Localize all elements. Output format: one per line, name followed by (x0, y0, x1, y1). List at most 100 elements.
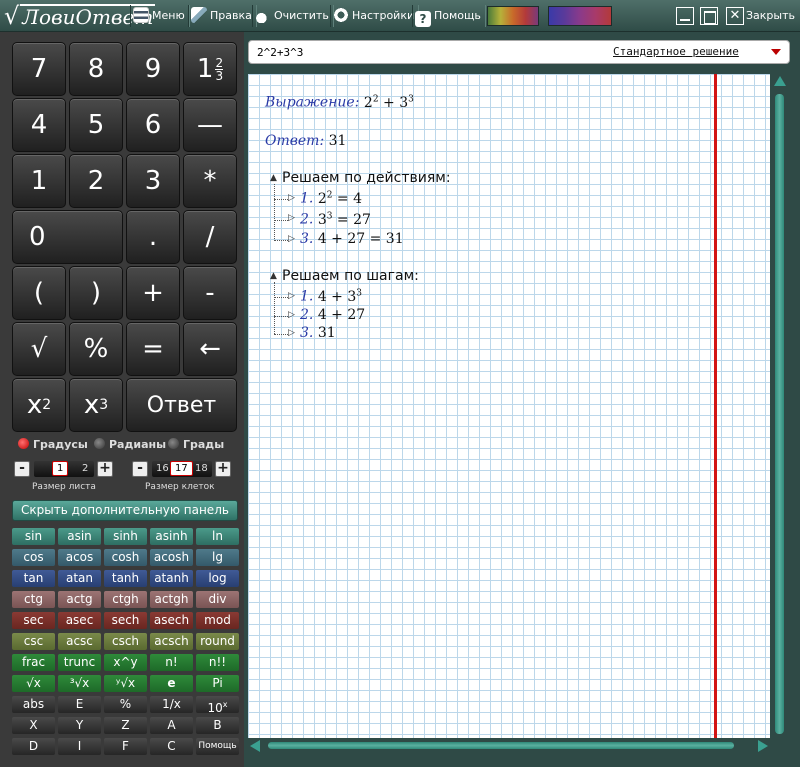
cell-size-decrease-button[interactable]: - (132, 461, 148, 477)
fn-csc[interactable]: csc (12, 633, 55, 650)
fn-factorial[interactable]: n! (150, 654, 193, 671)
key-cube[interactable]: x3 (69, 378, 123, 432)
expand-step-3-icon[interactable]: ▷ (288, 328, 295, 338)
mode-degrees[interactable]: Градусы (18, 438, 88, 451)
fn-div[interactable]: div (196, 591, 239, 608)
minimize-button[interactable] (676, 7, 694, 25)
key-fraction-bar[interactable]: — (183, 98, 237, 152)
sheet-size-increase-button[interactable]: + (97, 461, 113, 477)
mode-grads[interactable]: Грады (168, 438, 224, 451)
fn-trunc[interactable]: trunc (58, 654, 101, 671)
fn-double-factorial[interactable]: n!! (196, 654, 239, 671)
fn-help[interactable]: Помощь (196, 738, 239, 755)
key-8[interactable]: 8 (69, 42, 123, 96)
key-equals[interactable]: = (126, 322, 180, 376)
vertical-scrollbar[interactable] (772, 74, 788, 738)
mode-radians[interactable]: Радианы (94, 438, 166, 451)
fn-ln[interactable]: ln (196, 528, 239, 545)
scroll-up-arrow-icon[interactable] (774, 76, 786, 86)
solution-mode-select[interactable]: Стандартное решение (613, 45, 739, 58)
var-a[interactable]: A (150, 717, 193, 734)
fn-ctgh[interactable]: ctgh (104, 591, 147, 608)
maximize-button[interactable] (700, 7, 718, 25)
fn-acos[interactable]: acos (58, 549, 101, 566)
fn-tanh[interactable]: tanh (104, 570, 147, 587)
key-mixed-fraction[interactable]: 1 23 (183, 42, 237, 96)
close-icon[interactable]: ✕ (726, 7, 744, 25)
clear-button[interactable]: Очистить (252, 5, 334, 27)
fn-frac[interactable]: frac (12, 654, 55, 671)
horizontal-scroll-thumb[interactable] (268, 742, 734, 749)
collapse-steps-icon[interactable]: ▲ (270, 271, 277, 281)
key-1[interactable]: 1 (12, 154, 66, 208)
fn-pi[interactable]: Pi (196, 675, 239, 692)
fn-sqrt[interactable]: √x (12, 675, 55, 692)
fn-exponent-e[interactable]: E (58, 696, 101, 713)
fn-ctg[interactable]: ctg (12, 591, 55, 608)
var-x[interactable]: X (12, 717, 55, 734)
var-c[interactable]: C (150, 738, 193, 755)
fn-sinh[interactable]: sinh (104, 528, 147, 545)
edit-button[interactable]: Правка (188, 5, 257, 27)
fn-actgh[interactable]: actgh (150, 591, 193, 608)
fn-actg[interactable]: actg (58, 591, 101, 608)
key-left-paren[interactable]: ( (12, 266, 66, 320)
fn-percent[interactable]: % (104, 696, 147, 713)
fn-sech[interactable]: sech (104, 612, 147, 629)
fn-nth-root[interactable]: ʸ√x (104, 675, 147, 692)
fn-acsc[interactable]: acsc (58, 633, 101, 650)
expand-step-1-icon[interactable]: ▷ (288, 291, 295, 301)
collapse-actions-icon[interactable]: ▲ (270, 173, 277, 183)
key-backspace[interactable]: ← (183, 322, 237, 376)
fn-asin[interactable]: asin (58, 528, 101, 545)
var-f[interactable]: F (104, 738, 147, 755)
expand-action-3-icon[interactable]: ▷ (288, 234, 295, 244)
key-minus[interactable]: - (183, 266, 237, 320)
var-b[interactable]: B (196, 717, 239, 734)
fn-atanh[interactable]: atanh (150, 570, 193, 587)
hide-extra-panel-button[interactable]: Скрыть дополнительную панель (12, 500, 238, 521)
close-button[interactable]: Закрыть (746, 6, 795, 26)
fn-ten-power[interactable]: 10x (196, 696, 239, 715)
key-multiply[interactable]: * (183, 154, 237, 208)
key-7[interactable]: 7 (12, 42, 66, 96)
horizontal-scrollbar[interactable] (248, 738, 770, 754)
color-theme-swatch-cool[interactable] (548, 6, 612, 26)
menu-button[interactable]: Меню (130, 5, 190, 27)
fn-asinh[interactable]: asinh (150, 528, 193, 545)
scroll-left-arrow-icon[interactable] (250, 740, 260, 752)
color-theme-swatch-warm[interactable] (487, 6, 539, 26)
fn-sec[interactable]: sec (12, 612, 55, 629)
fn-tan[interactable]: tan (12, 570, 55, 587)
key-percent[interactable]: % (69, 322, 123, 376)
fn-csch[interactable]: csch (104, 633, 147, 650)
fn-acosh[interactable]: acosh (150, 549, 193, 566)
var-z[interactable]: Z (104, 717, 147, 734)
key-plus[interactable]: + (126, 266, 180, 320)
key-3[interactable]: 3 (126, 154, 180, 208)
help-button[interactable]: ? Помощь (412, 5, 486, 27)
chevron-down-icon[interactable] (771, 49, 781, 55)
key-square[interactable]: x2 (12, 378, 66, 432)
expand-action-1-icon[interactable]: ▷ (288, 193, 295, 203)
cell-size-increase-button[interactable]: + (215, 461, 231, 477)
fn-asech[interactable]: asech (150, 612, 193, 629)
key-0[interactable]: 0 (12, 210, 123, 264)
fn-mod[interactable]: mod (196, 612, 239, 629)
fn-asec[interactable]: asec (58, 612, 101, 629)
expand-action-2-icon[interactable]: ▷ (288, 213, 295, 223)
var-d[interactable]: D (12, 738, 55, 755)
key-6[interactable]: 6 (126, 98, 180, 152)
settings-button[interactable]: Настройки (330, 5, 420, 27)
sheet-size-decrease-button[interactable]: - (14, 461, 30, 477)
vertical-scroll-thumb[interactable] (775, 94, 784, 734)
key-answer[interactable]: Ответ (126, 378, 237, 432)
key-divide[interactable]: / (183, 210, 237, 264)
var-y[interactable]: Y (58, 717, 101, 734)
fn-cbrt[interactable]: ³√x (58, 675, 101, 692)
fn-log[interactable]: log (196, 570, 239, 587)
fn-sin[interactable]: sin (12, 528, 55, 545)
key-right-paren[interactable]: ) (69, 266, 123, 320)
fn-acsch[interactable]: acsch (150, 633, 193, 650)
fn-cos[interactable]: cos (12, 549, 55, 566)
